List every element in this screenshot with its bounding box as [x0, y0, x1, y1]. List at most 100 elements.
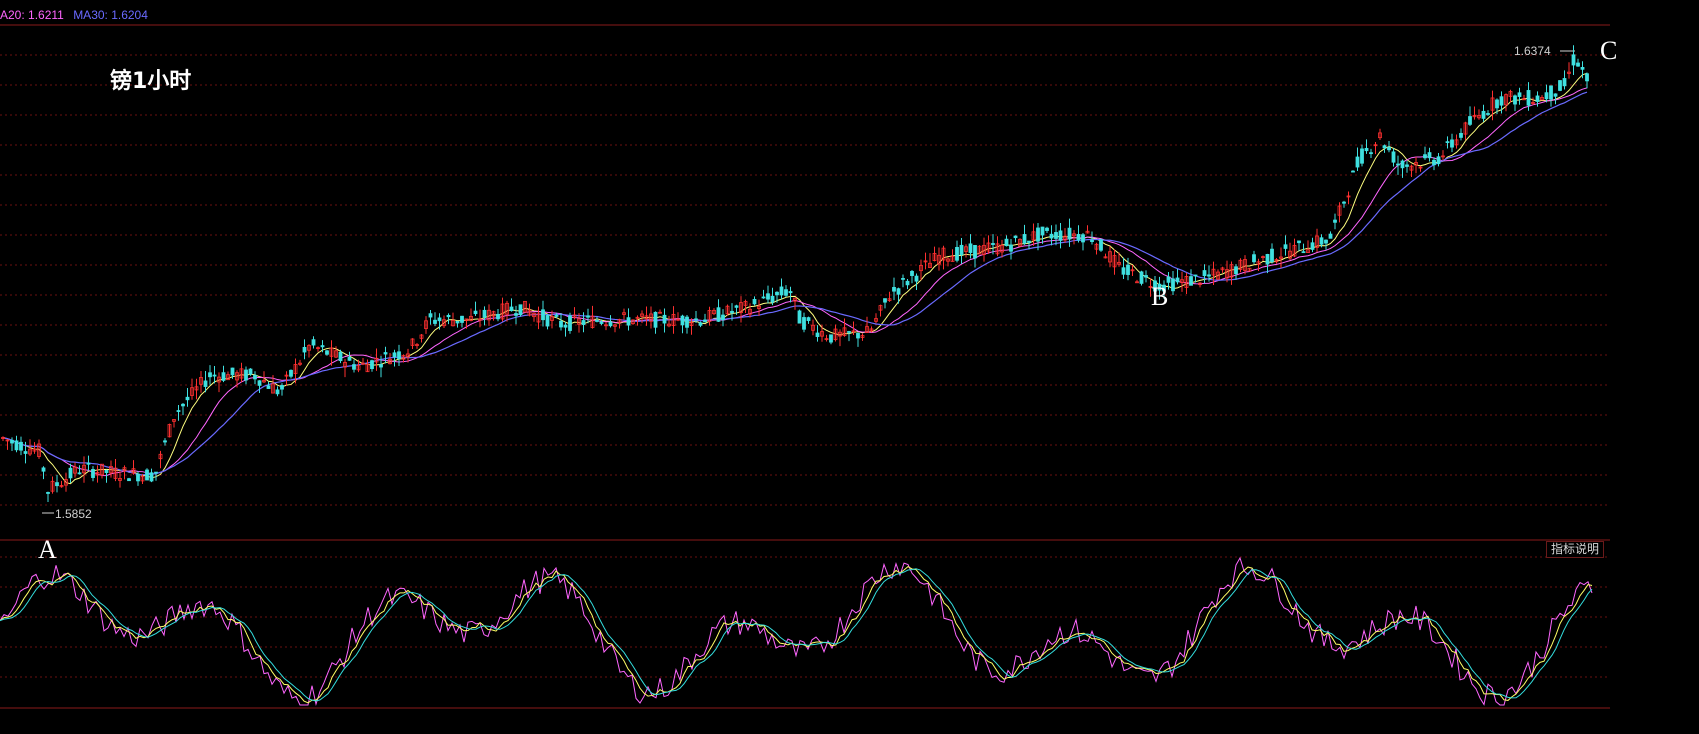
indicator-help-button[interactable]: 指标说明	[1546, 541, 1604, 558]
low-price-label: 1.5852	[55, 507, 92, 521]
candle-body	[586, 315, 590, 318]
ma-short-line	[2, 72, 1588, 485]
candle-body	[1081, 234, 1085, 243]
candle-body	[289, 369, 293, 377]
candle-body	[68, 467, 73, 479]
candle-body	[608, 321, 613, 327]
oscillator-lines	[0, 556, 1593, 707]
candle-body	[554, 314, 559, 317]
candle-body	[1171, 278, 1175, 292]
candle-body	[1535, 95, 1540, 102]
candle-body	[1342, 201, 1346, 204]
candle-body	[721, 314, 725, 321]
candle-body	[1283, 244, 1288, 249]
candle-body	[1045, 227, 1049, 231]
candle-body	[1189, 276, 1193, 286]
candle-body	[1090, 239, 1094, 243]
point-label-c: C	[1600, 36, 1618, 65]
candle-body	[1139, 271, 1144, 284]
candle-body	[163, 440, 167, 443]
candle-body	[1382, 145, 1387, 149]
candle-body	[1459, 132, 1463, 138]
candle-body	[379, 364, 383, 368]
candle-body	[1175, 277, 1180, 283]
candle-body	[1054, 232, 1058, 239]
candle-body	[203, 380, 208, 387]
ma30-legend: MA30: 1.6204	[73, 8, 148, 22]
candle-body	[761, 296, 766, 299]
candle-body	[149, 472, 154, 482]
ma20-legend: A20: 1.6211	[0, 8, 64, 22]
candle-body	[14, 440, 19, 451]
candle-body	[563, 324, 568, 328]
candle-body	[905, 280, 910, 286]
candle-body	[1486, 113, 1490, 115]
candle-body	[185, 396, 190, 401]
candle-body	[698, 322, 703, 326]
candle-body	[181, 403, 185, 407]
candle-body	[766, 293, 770, 300]
candle-body	[428, 313, 433, 318]
candle-body	[154, 471, 158, 474]
candle-body	[127, 478, 131, 482]
candle-body	[1193, 274, 1198, 277]
candle-body	[847, 331, 851, 333]
candle-body	[104, 469, 109, 473]
candle-body	[599, 321, 604, 324]
candle-body	[248, 368, 253, 375]
candle-body	[1517, 92, 1522, 97]
candle-body	[1360, 148, 1364, 164]
ma30-line	[2, 91, 1588, 476]
candle-body	[955, 247, 959, 261]
candle-body	[1301, 251, 1306, 254]
candle-body	[244, 369, 248, 381]
candle-body	[1009, 244, 1013, 252]
candle-body	[77, 472, 82, 475]
candle-body	[257, 380, 262, 386]
candlestick-series	[1, 45, 1589, 502]
candle-body	[829, 334, 833, 343]
candle-body	[91, 469, 95, 478]
chart-title: 镑1小时	[110, 69, 192, 94]
candle-body	[815, 332, 820, 337]
candle-body	[1571, 54, 1576, 66]
candle-body	[1553, 93, 1558, 97]
ma-legend: A20: 1.6211 MA30: 1.6204	[0, 8, 154, 22]
candle-body	[212, 374, 217, 377]
candle-body	[446, 314, 451, 318]
candle-body	[541, 309, 545, 321]
candle-body	[1396, 163, 1400, 166]
candle-body	[1351, 170, 1355, 173]
candle-body	[19, 441, 23, 451]
candle-body	[1099, 239, 1103, 251]
candle-body	[770, 295, 775, 303]
candle-body	[1013, 235, 1018, 239]
candle-body	[1468, 116, 1472, 125]
candle-body	[1144, 275, 1148, 278]
candle-body	[1450, 139, 1454, 148]
candle-body	[383, 352, 388, 355]
candle-body	[266, 385, 271, 389]
candle-body	[338, 351, 343, 362]
candle-body	[1364, 147, 1369, 152]
candle-body	[1585, 73, 1589, 82]
candle-body	[662, 314, 667, 324]
price-chart	[0, 24, 1610, 709]
candle-body	[1121, 267, 1126, 275]
candle-body	[788, 291, 793, 294]
candle-body	[325, 350, 329, 355]
moving-average-lines	[2, 50, 1588, 514]
candle-body	[559, 320, 563, 328]
candle-body	[1405, 164, 1409, 167]
candle-body	[1027, 240, 1031, 243]
candle-body	[775, 291, 779, 296]
candle-body	[433, 319, 437, 324]
candle-body	[280, 385, 284, 390]
candle-body	[1387, 146, 1391, 151]
candle-body	[545, 315, 550, 327]
oscillator-slow-line	[0, 568, 1593, 702]
candle-body	[1324, 239, 1328, 244]
candle-body	[1328, 233, 1333, 239]
candle-body	[626, 317, 631, 326]
candle-body	[1355, 156, 1360, 168]
